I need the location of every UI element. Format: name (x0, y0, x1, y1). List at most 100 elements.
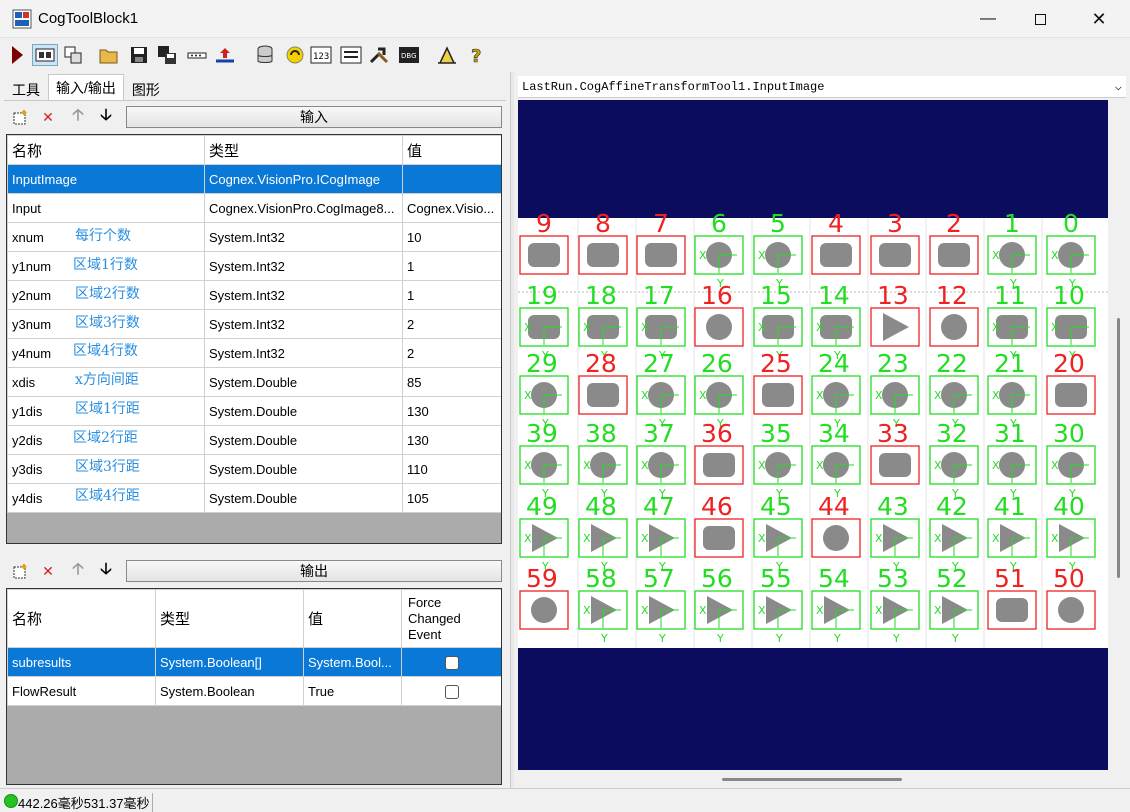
options-button[interactable] (186, 44, 208, 66)
output-value-cell[interactable]: True (303, 676, 402, 706)
input-value-cell[interactable] (402, 164, 501, 194)
outputs-header[interactable]: 输出 (126, 560, 502, 582)
input-name-cell[interactable]: y2num (7, 280, 205, 310)
inputs-header[interactable]: 输入 (126, 106, 502, 128)
save-as-button[interactable] (156, 44, 178, 66)
input-type-cell[interactable]: System.Double (204, 367, 403, 397)
tab-tools[interactable]: 工具 (4, 76, 48, 100)
input-row[interactable]: y1num System.Int32 1 (7, 251, 501, 281)
column-value[interactable]: 值 (402, 135, 501, 165)
input-type-cell[interactable]: System.Int32 (204, 251, 403, 281)
input-name-cell[interactable]: y4dis (7, 483, 205, 513)
tab-inputs-outputs[interactable]: 输入/输出 (48, 74, 124, 100)
database-button[interactable] (254, 44, 276, 66)
column-type[interactable]: 类型 (204, 135, 403, 165)
help-button[interactable]: ? (466, 44, 488, 66)
vertical-scroll-thumb[interactable] (1117, 318, 1120, 578)
column-name[interactable]: 名称 (7, 589, 156, 648)
input-value-cell[interactable]: 110 (402, 454, 501, 484)
move-down-input-button[interactable]: 🡣 (96, 107, 116, 127)
debug-button[interactable]: DBG (398, 44, 420, 66)
move-down-output-button[interactable]: 🡣 (96, 561, 116, 581)
input-name-cell[interactable]: y4num (7, 338, 205, 368)
show-current-run-button[interactable] (62, 44, 84, 66)
input-value-cell[interactable]: Cognex.Visio... (402, 193, 501, 223)
reset-button[interactable] (214, 44, 236, 66)
input-type-cell[interactable]: Cognex.VisionPro.CogImage8... (204, 193, 403, 223)
input-value-cell[interactable]: 85 (402, 367, 501, 397)
input-row[interactable]: y2num System.Int32 1 (7, 280, 501, 310)
save-button[interactable] (128, 44, 150, 66)
input-row[interactable]: InputImage Cognex.VisionPro.ICogImage (7, 164, 501, 194)
input-value-cell[interactable]: 1 (402, 251, 501, 281)
output-value-cell[interactable]: System.Bool... (303, 647, 402, 677)
maximize-button[interactable] (1017, 0, 1063, 38)
input-name-cell[interactable]: xdis (7, 367, 205, 397)
output-name-cell[interactable]: subresults (7, 647, 156, 677)
input-name-cell[interactable]: y3num (7, 309, 205, 339)
input-type-cell[interactable]: System.Double (204, 425, 403, 455)
column-force-changed-event[interactable]: Force Changed Event (401, 589, 501, 648)
input-value-cell[interactable]: 130 (402, 396, 501, 426)
delete-output-button[interactable]: ✕ (38, 561, 58, 581)
delete-input-button[interactable]: ✕ (38, 107, 58, 127)
refresh-button[interactable] (284, 44, 306, 66)
input-type-cell[interactable]: Cognex.VisionPro.ICogImage (204, 164, 403, 194)
tab-graphics[interactable]: 图形 (124, 76, 168, 100)
input-row[interactable]: y1dis System.Double 130 (7, 396, 501, 426)
add-input-button[interactable] (10, 107, 30, 127)
output-row[interactable]: FlowResult System.Boolean True (7, 676, 501, 706)
image-display[interactable]: 9 8 7 Y X 6 Y X 5 4 3 2 Y X 1 Y X 0 Y X 19 Y X 18 Y X 17 16 Y X 15 Y X 14… (518, 100, 1108, 770)
output-type-cell[interactable]: System.Boolean (155, 676, 304, 706)
horizontal-scroll-thumb[interactable] (722, 778, 902, 781)
output-type-cell[interactable]: System.Boolean[] (155, 647, 304, 677)
input-type-cell[interactable]: System.Int32 (204, 338, 403, 368)
input-value-cell[interactable]: 10 (402, 222, 501, 252)
input-type-cell[interactable]: System.Int32 (204, 222, 403, 252)
open-button[interactable] (98, 44, 120, 66)
horizontal-scrollbar[interactable] (518, 772, 1108, 786)
move-up-input-button[interactable]: 🡡 (68, 107, 88, 127)
add-output-button[interactable] (10, 561, 30, 581)
input-type-cell[interactable]: System.Double (204, 454, 403, 484)
move-up-output-button[interactable]: 🡡 (68, 561, 88, 581)
input-type-cell[interactable]: System.Double (204, 396, 403, 426)
input-value-cell[interactable]: 1 (402, 280, 501, 310)
output-name-cell[interactable]: FlowResult (7, 676, 156, 706)
input-row[interactable]: y4dis System.Double 105 (7, 483, 501, 513)
input-row[interactable]: Input Cognex.VisionPro.CogImage8... Cognex… (7, 193, 501, 223)
run-button[interactable] (6, 44, 28, 66)
output-row[interactable]: subresults System.Boolean[] System.Bool... (7, 647, 501, 677)
input-name-cell[interactable]: y1num (7, 251, 205, 281)
input-name-cell[interactable]: InputImage (7, 164, 205, 194)
force-changed-checkbox[interactable] (444, 655, 459, 670)
input-value-cell[interactable]: 105 (402, 483, 501, 513)
number-format-button[interactable]: 123 (310, 44, 332, 66)
input-row[interactable]: xnum System.Int32 10 (7, 222, 501, 252)
input-type-cell[interactable]: System.Int32 (204, 309, 403, 339)
graphics-button[interactable] (436, 44, 458, 66)
input-name-cell[interactable]: y1dis (7, 396, 205, 426)
force-changed-checkbox[interactable] (444, 684, 459, 699)
input-row[interactable]: y3num System.Int32 2 (7, 309, 501, 339)
column-name[interactable]: 名称 (7, 135, 205, 165)
close-button[interactable]: ✕ (1076, 0, 1122, 38)
input-row[interactable]: xdis System.Double 85 (7, 367, 501, 397)
input-type-cell[interactable]: System.Double (204, 483, 403, 513)
input-row[interactable]: y4num System.Int32 2 (7, 338, 501, 368)
input-name-cell[interactable]: xnum (7, 222, 205, 252)
input-name-cell[interactable]: y2dis (7, 425, 205, 455)
column-type[interactable]: 类型 (155, 589, 304, 648)
vertical-scrollbar[interactable] (1112, 100, 1126, 770)
input-value-cell[interactable]: 2 (402, 338, 501, 368)
input-value-cell[interactable]: 130 (402, 425, 501, 455)
input-row[interactable]: y3dis System.Double 110 (7, 454, 501, 484)
image-source-select[interactable]: LastRun.CogAffineTransformTool1.InputIma… (518, 76, 1126, 98)
input-name-cell[interactable]: y3dis (7, 454, 205, 484)
show-last-run-button[interactable] (32, 44, 58, 66)
display-button[interactable] (340, 44, 362, 66)
input-name-cell[interactable]: Input (7, 193, 205, 223)
input-type-cell[interactable]: System.Int32 (204, 280, 403, 310)
minimize-button[interactable]: — (965, 0, 1011, 38)
column-value[interactable]: 值 (303, 589, 402, 648)
